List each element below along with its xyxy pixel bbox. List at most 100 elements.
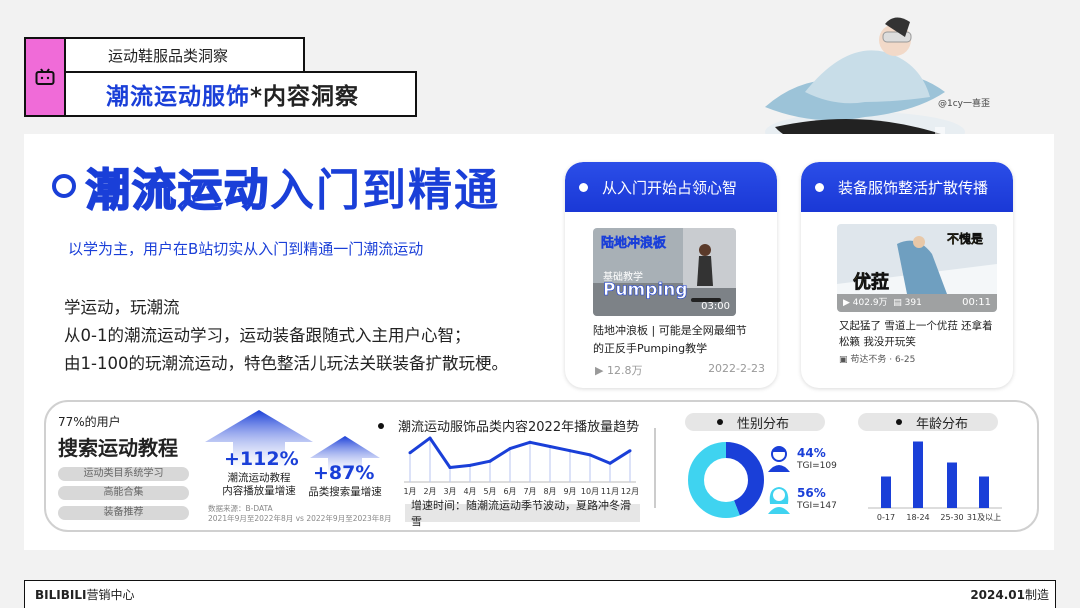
data-point [528,440,532,444]
page-title-blue: 潮流运动服饰 [106,84,250,110]
video-author[interactable]: ▣ 苟达不务 · 6-25 [839,352,915,365]
thumb-text-big: Pumping [603,280,688,301]
body-line: 从0-1的潮流运动学习，运动装备跟随式入主用户心智； [64,326,471,345]
category-label: 运动鞋服品类洞察 [64,37,305,73]
video-meta: ▶ 12.8万 2022-2-23 [595,362,765,378]
gender-donut-chart [688,442,764,518]
x-tick-label: 7月 [523,487,536,496]
video-title[interactable]: 又起猛了 雪道上一个优菈 还拿着松籁 我没开玩笑 [839,318,999,350]
trend-note: 增速时间：随潮流运动季节波动，夏路冲冬滑雪 [405,499,640,528]
data-point [408,451,412,455]
age-title: 年龄分布 [858,413,998,432]
danmaku-icon: ▤ [893,298,905,308]
male-icon [768,446,790,472]
growth-2-value: +87% [313,462,375,484]
publish-date: 2022-2-23 [708,362,765,375]
card-header: 从入门开始占领心智 [565,162,777,212]
x-tick-label: 10月 [581,487,599,496]
headline-outline: 潮流运动 [85,164,270,217]
pill-tag: 装备推荐 [58,506,189,520]
x-tick-label: 3月 [443,487,456,496]
data-point [548,445,552,448]
trend-line-chart: 1月 2月 3月 4月 5月 6月 7月 8月 9月 10月 11月 12月 [403,436,639,496]
age-bar [913,441,923,508]
data-point [568,449,572,453]
x-tick-label: 5月 [483,487,496,496]
data-point [588,453,592,457]
up-icon: ▣ [839,355,851,365]
tv-icon [35,68,55,85]
footer-brand: BILIBILI营销中心 [35,588,135,602]
body-line: 由1-100的玩潮流运动，特色整活儿玩法关联装备扩散玩梗。 [64,354,508,373]
age-bar [979,476,989,508]
data-source: 数据来源：B-DATA 2021年9月至2022年8月 vs 2022年9月至20… [208,504,392,523]
body-line: 学运动，玩潮流 [64,298,180,317]
headline-solid: 入门到精通 [270,165,500,216]
female-tgi: TGI=147 [797,501,837,511]
x-tick-label: 12月 [621,487,639,496]
bilibili-logo [24,37,66,117]
thumb-text-big: 优菈 [853,272,890,294]
bullet-icon [717,419,723,425]
x-tick-label: 31及以上 [967,513,1001,522]
footer: BILIBILI营销中心 2024.01制造 [24,580,1056,608]
age-bar [947,462,957,508]
male-tgi: TGI=109 [797,461,837,471]
data-point [468,463,472,467]
pill-tag: 运动类目系统学习 [58,467,189,481]
divider [654,428,656,508]
card-header-label: 从入门开始占领心智 [602,178,738,197]
subtitle: 以学为主，用户在B站切实从入门到精通一门潮流运动 [68,240,424,258]
x-tick-label: 11月 [601,487,619,496]
female-percent: 56% [797,486,826,500]
age-bar [881,476,891,508]
growth-1-label: 潮流运动教程 内容播放量增速 [222,472,296,497]
thumb-text-top: 陆地冲浪板 [601,236,667,252]
video-card-2[interactable]: 装备服饰整活扩散传播 不愧是 优菈 ▶ 402.9万 ▤ 391 00:11 又… [801,162,1013,388]
thumb-tag: 不愧是 [946,232,983,246]
page-title: 潮流运动服饰 *内容洞察 [64,71,417,117]
video-duration: 00:11 [962,297,991,308]
x-tick-label: 9月 [563,487,576,496]
ring-icon [52,174,76,198]
bullet-icon [896,419,902,425]
card-header-label: 装备服饰整活扩散传播 [838,178,989,197]
video-thumbnail[interactable]: 不愧是 优菈 ▶ 402.9万 ▤ 391 00:11 [837,224,997,312]
data-point [628,449,632,453]
footer-date: 2024.01制造 [970,588,1049,602]
x-tick-label: 4月 [463,487,476,496]
x-tick-label: 0-17 [877,513,895,522]
pill-tag: 高能合集 [58,486,189,500]
video-title[interactable]: 陆地冲浪板 | 可能是全网最细节的正反手Pumping教学 [593,322,753,358]
headline: 潮流运动 入门到精通 [52,154,500,218]
x-tick-label: 6月 [503,487,516,496]
gender-title: 性别分布 [685,413,825,432]
bullet-icon [378,422,384,429]
card-header: 装备服饰整活扩散传播 [801,162,1013,212]
image-credit: @1cy一喜歪 [938,99,991,109]
body-text: 学运动，玩潮流 从0-1的潮流运动学习，运动装备跟随式入主用户心智； 由1-10… [64,294,508,378]
users-percent: 77%的用户 [58,415,121,429]
views: ▶ 12.8万 [595,364,643,377]
data-point [488,459,492,463]
video-card-1[interactable]: 从入门开始占领心智 陆地冲浪板 基础教学 Pumping 03:00 陆地冲浪板… [565,162,777,388]
female-icon [768,487,790,514]
data-point [448,466,452,469]
page-title-rest: *内容洞察 [250,84,360,110]
age-bar-chart: 0-17 18-24 25-30 31及以上 [868,441,1002,522]
male-percent: 44% [797,446,826,460]
x-tick-label: 25-30 [940,513,963,522]
video-stats: ▶ 402.9万 ▤ 391 [843,298,922,308]
series-line [409,436,631,469]
video-duration: 03:00 [701,301,730,312]
bullet-icon [579,182,588,192]
video-thumbnail[interactable]: 陆地冲浪板 基础教学 Pumping 03:00 [593,228,736,316]
data-point [428,436,432,440]
x-tick-label: 8月 [543,487,556,496]
data-point [508,447,512,451]
play-icon: ▶ [595,364,607,377]
bullet-icon [815,182,824,192]
growth-1-value: +112% [224,448,299,470]
x-tick-label: 2月 [423,487,436,496]
data-point [608,461,612,465]
